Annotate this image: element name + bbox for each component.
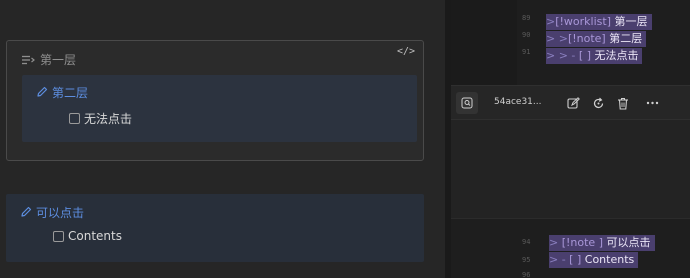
line-number: 94 [522, 238, 531, 246]
pencil-icon [20, 203, 32, 222]
line-text: Contents [581, 253, 635, 266]
list-icon [22, 50, 35, 69]
line-number: 95 [522, 256, 531, 264]
code-line[interactable]: > > - [ ] 无法点击 [546, 48, 643, 64]
note-callout-header[interactable]: 可以点击 [20, 203, 84, 222]
line-text: 可以点击 [603, 236, 651, 249]
note-callout-title: 第二层 [52, 86, 89, 100]
quote-marker: > > - [546, 49, 576, 62]
task-label: 无法点击 [84, 112, 133, 126]
task-label: Contents [68, 229, 122, 243]
callout-keyword: [!note ] [558, 236, 603, 249]
image-panel-toolbar: 54ace31... [451, 86, 690, 120]
task-marker: [ ] [565, 253, 582, 266]
worklist-callout-title: 第一层 [40, 53, 77, 67]
callout-keyword: [!note] [567, 32, 606, 45]
note-callout-title: 可以点击 [36, 206, 85, 220]
more-icon[interactable] [644, 95, 660, 111]
line-text: 无法点击 [590, 49, 639, 62]
code-line[interactable]: > - [ ] Contents [549, 252, 639, 268]
task-checkbox[interactable] [69, 113, 80, 124]
line-number: 90 [522, 31, 531, 39]
note-callout-nested: 第二层 无法点击 [22, 75, 417, 142]
task-marker: [ ] [575, 49, 591, 62]
line-number: 96 [522, 271, 531, 278]
quote-marker: > [549, 236, 559, 249]
code-line[interactable]: > [!note ] 可以点击 [549, 235, 655, 251]
pencil-icon [36, 83, 48, 102]
image-hash: 54ace31... [494, 97, 542, 107]
line-text: 第二层 [605, 32, 643, 45]
task-checkbox[interactable] [53, 230, 64, 242]
quote-marker: > [546, 15, 556, 28]
code-line[interactable]: >[!worklist] 第一层 [546, 14, 652, 30]
code-line[interactable]: > >[!note] 第二层 [546, 31, 647, 47]
worklist-callout: 第一层 </> 第二层 无法点击 [6, 40, 424, 161]
image-search-icon[interactable] [456, 92, 478, 114]
task-item-disabled: 无法点击 [69, 110, 132, 127]
line-number: 91 [522, 48, 531, 56]
edit-image-icon[interactable] [565, 95, 581, 111]
task-item: Contents [53, 229, 122, 243]
image-panel: 54ace31... [451, 85, 690, 218]
edit-source-icon[interactable]: </> [397, 46, 415, 57]
quote-marker: > - [549, 253, 566, 266]
line-text: 第一层 [611, 15, 648, 28]
line-number: 89 [522, 14, 531, 22]
delete-icon[interactable] [615, 95, 631, 111]
note-callout-header[interactable]: 第二层 [36, 83, 88, 102]
worklist-callout-header[interactable]: 第一层 [22, 50, 76, 69]
quote-marker: > > [546, 32, 568, 45]
note-callout: 可以点击 Contents [6, 194, 424, 262]
preview-pane: 第一层 </> 第二层 无法点击 可以点击 Contents [0, 0, 445, 278]
refresh-icon[interactable] [590, 95, 606, 111]
callout-keyword: [!worklist] [555, 15, 611, 28]
